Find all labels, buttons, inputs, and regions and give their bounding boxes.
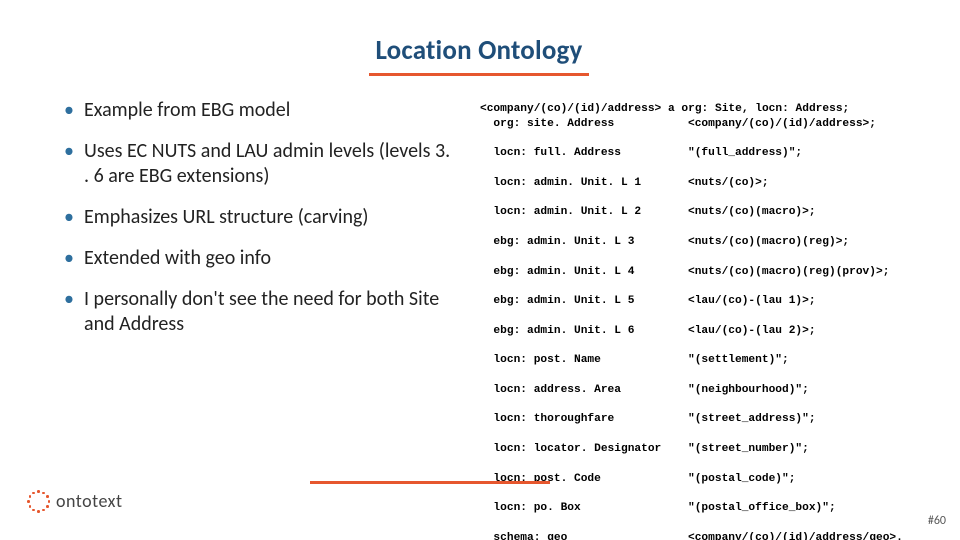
code-key: ebg: admin. Unit. L 6 — [480, 324, 688, 339]
code-val: <nuts/(co)(macro)>; — [688, 205, 816, 220]
slide-title: Location Ontology — [58, 34, 900, 67]
list-item: Extended with geo info — [58, 246, 458, 271]
code-key: locn: full. Address — [480, 146, 688, 161]
logo-icon — [28, 490, 50, 512]
code-val: "(neighbourhood)"; — [688, 383, 809, 398]
code-val: <lau/(co)-(lau 2)>; — [688, 324, 816, 339]
list-item: Uses EC NUTS and LAU admin levels (level… — [58, 139, 458, 189]
code-key: locn: locator. Designator — [480, 442, 688, 457]
left-column: Example from EBG model Uses EC NUTS and … — [58, 98, 458, 540]
code-val: "(full_address)"; — [688, 146, 802, 161]
page-number: #60 — [928, 514, 946, 528]
code-val: "(street_number)"; — [688, 442, 809, 457]
code-key: schema: geo — [480, 531, 688, 540]
code-key: org: site. Address — [480, 117, 688, 132]
code-key: locn: address. Area — [480, 383, 688, 398]
code-val: "(street_address)"; — [688, 412, 816, 427]
code-val: <nuts/(co)>; — [688, 176, 769, 191]
code-key: ebg: admin. Unit. L 3 — [480, 235, 688, 250]
code-key: ebg: admin. Unit. L 4 — [480, 265, 688, 280]
code-val: <nuts/(co)(macro)(reg)>; — [688, 235, 849, 250]
right-column: <company/(co)/(id)/address> a org: Site,… — [480, 98, 903, 540]
content-columns: Example from EBG model Uses EC NUTS and … — [58, 98, 900, 540]
code-key: locn: po. Box — [480, 501, 688, 516]
code-val: "(postal_office_box)"; — [688, 501, 836, 516]
title-underline — [369, 73, 589, 76]
code-block-1: <company/(co)/(id)/address> a org: Site,… — [480, 102, 903, 540]
footer-rule — [310, 481, 550, 484]
code-val: <company/(co)/(id)/address/geo>. — [688, 531, 903, 540]
slide: Location Ontology Example from EBG model… — [0, 0, 960, 540]
code-line: <company/(co)/(id)/address> a org: Site,… — [480, 103, 849, 115]
logo-text: ontotext — [56, 490, 123, 512]
code-key: locn: thoroughfare — [480, 412, 688, 427]
bullet-list: Example from EBG model Uses EC NUTS and … — [58, 98, 458, 337]
code-val: "(postal_code)"; — [688, 472, 795, 487]
code-key: locn: admin. Unit. L 1 — [480, 176, 688, 191]
code-val: <nuts/(co)(macro)(reg)(prov)>; — [688, 265, 889, 280]
logo: ontotext — [28, 490, 123, 512]
code-key: locn: post. Code — [480, 472, 688, 487]
code-key: ebg: admin. Unit. L 5 — [480, 294, 688, 309]
list-item: Example from EBG model — [58, 98, 458, 123]
code-val: <lau/(co)-(lau 1)>; — [688, 294, 816, 309]
code-key: locn: admin. Unit. L 2 — [480, 205, 688, 220]
list-item: I personally don't see the need for both… — [58, 287, 458, 337]
code-key: locn: post. Name — [480, 353, 688, 368]
code-val: "(settlement)"; — [688, 353, 789, 368]
code-val: <company/(co)/(id)/address>; — [688, 117, 876, 132]
list-item: Emphasizes URL structure (carving) — [58, 205, 458, 230]
